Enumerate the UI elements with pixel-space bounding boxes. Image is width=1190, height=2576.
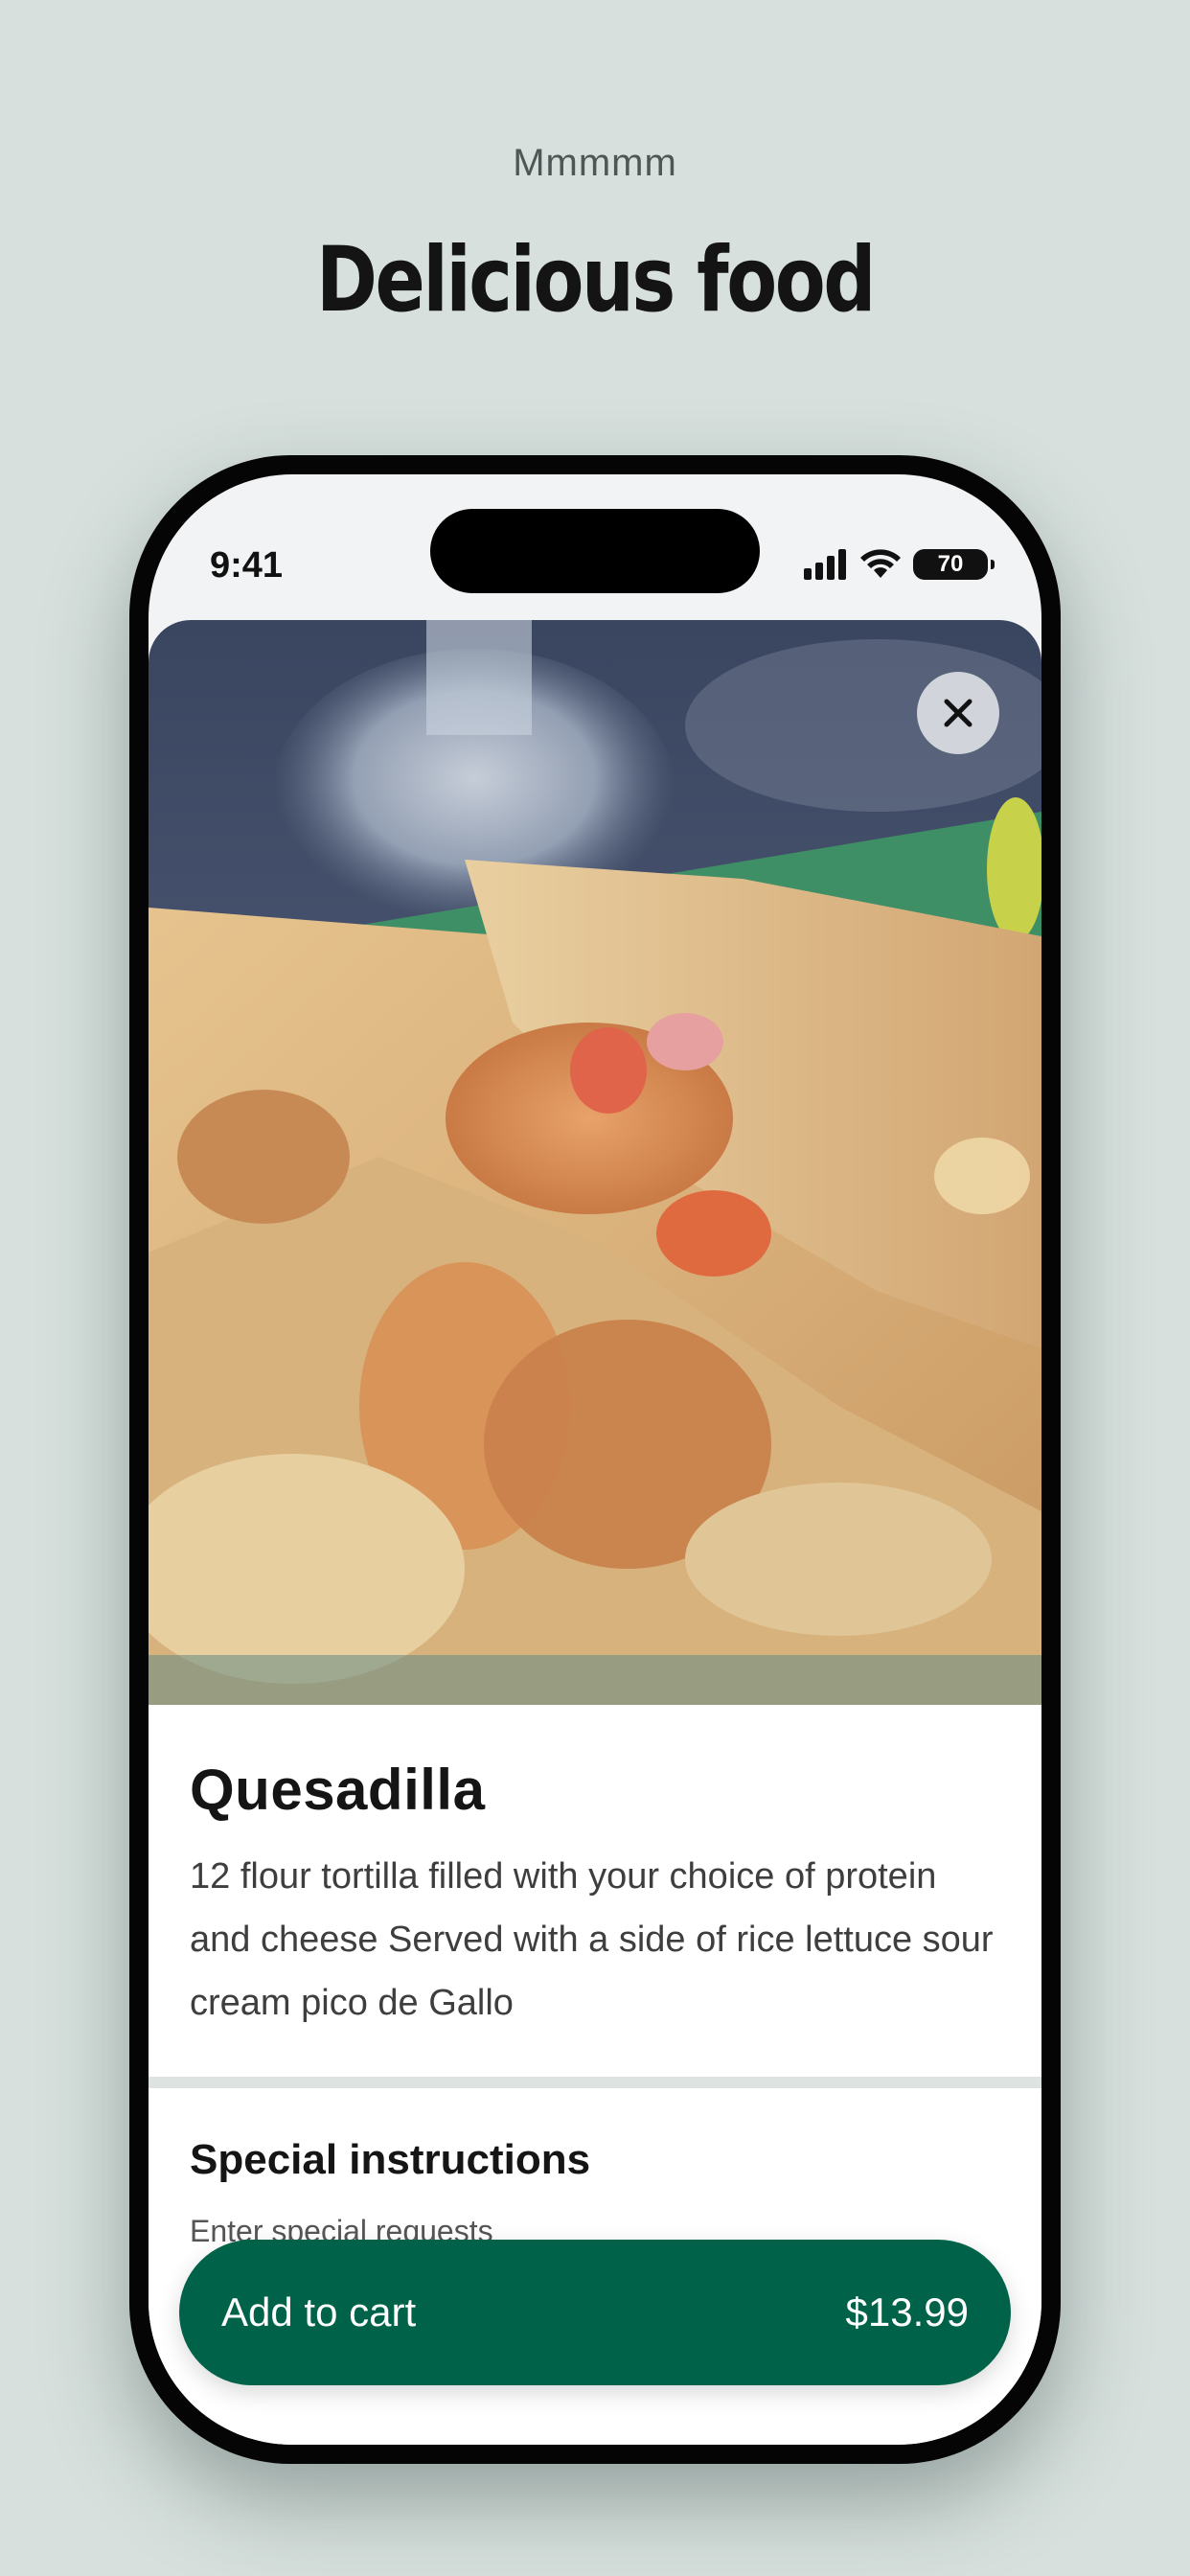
phone-frame: 9:41 70 Quesadilla 12 flour tortilla fil…	[129, 455, 1061, 2464]
wifi-icon	[860, 549, 901, 578]
close-button[interactable]	[917, 672, 999, 754]
dynamic-island	[430, 509, 760, 593]
item-title: Quesadilla	[190, 1758, 486, 1822]
item-price: $13.99	[845, 2289, 969, 2334]
page-headline: Delicious food	[316, 228, 876, 333]
close-icon	[944, 699, 973, 727]
add-to-cart-button[interactable]: Add to cart $13.99	[179, 2240, 1011, 2385]
eyebrow-text: Mmmmm	[513, 142, 677, 184]
special-instructions-title: Special instructions	[190, 2136, 591, 2183]
signal-icon	[804, 549, 846, 580]
item-sheet: Quesadilla 12 flour tortilla filled with…	[149, 620, 1041, 2445]
phone-screen: 9:41 70 Quesadilla 12 flour tortilla fil…	[149, 474, 1041, 2445]
status-icons: 70	[802, 547, 995, 582]
status-time: 9:41	[210, 545, 284, 586]
quesadilla-photo	[149, 620, 1041, 1705]
item-description: 12 flour tortilla filled with your choic…	[190, 1856, 994, 2023]
battery-icon: 70	[913, 549, 995, 580]
add-to-cart-label: Add to cart	[221, 2289, 417, 2334]
section-divider	[149, 2077, 1041, 2088]
